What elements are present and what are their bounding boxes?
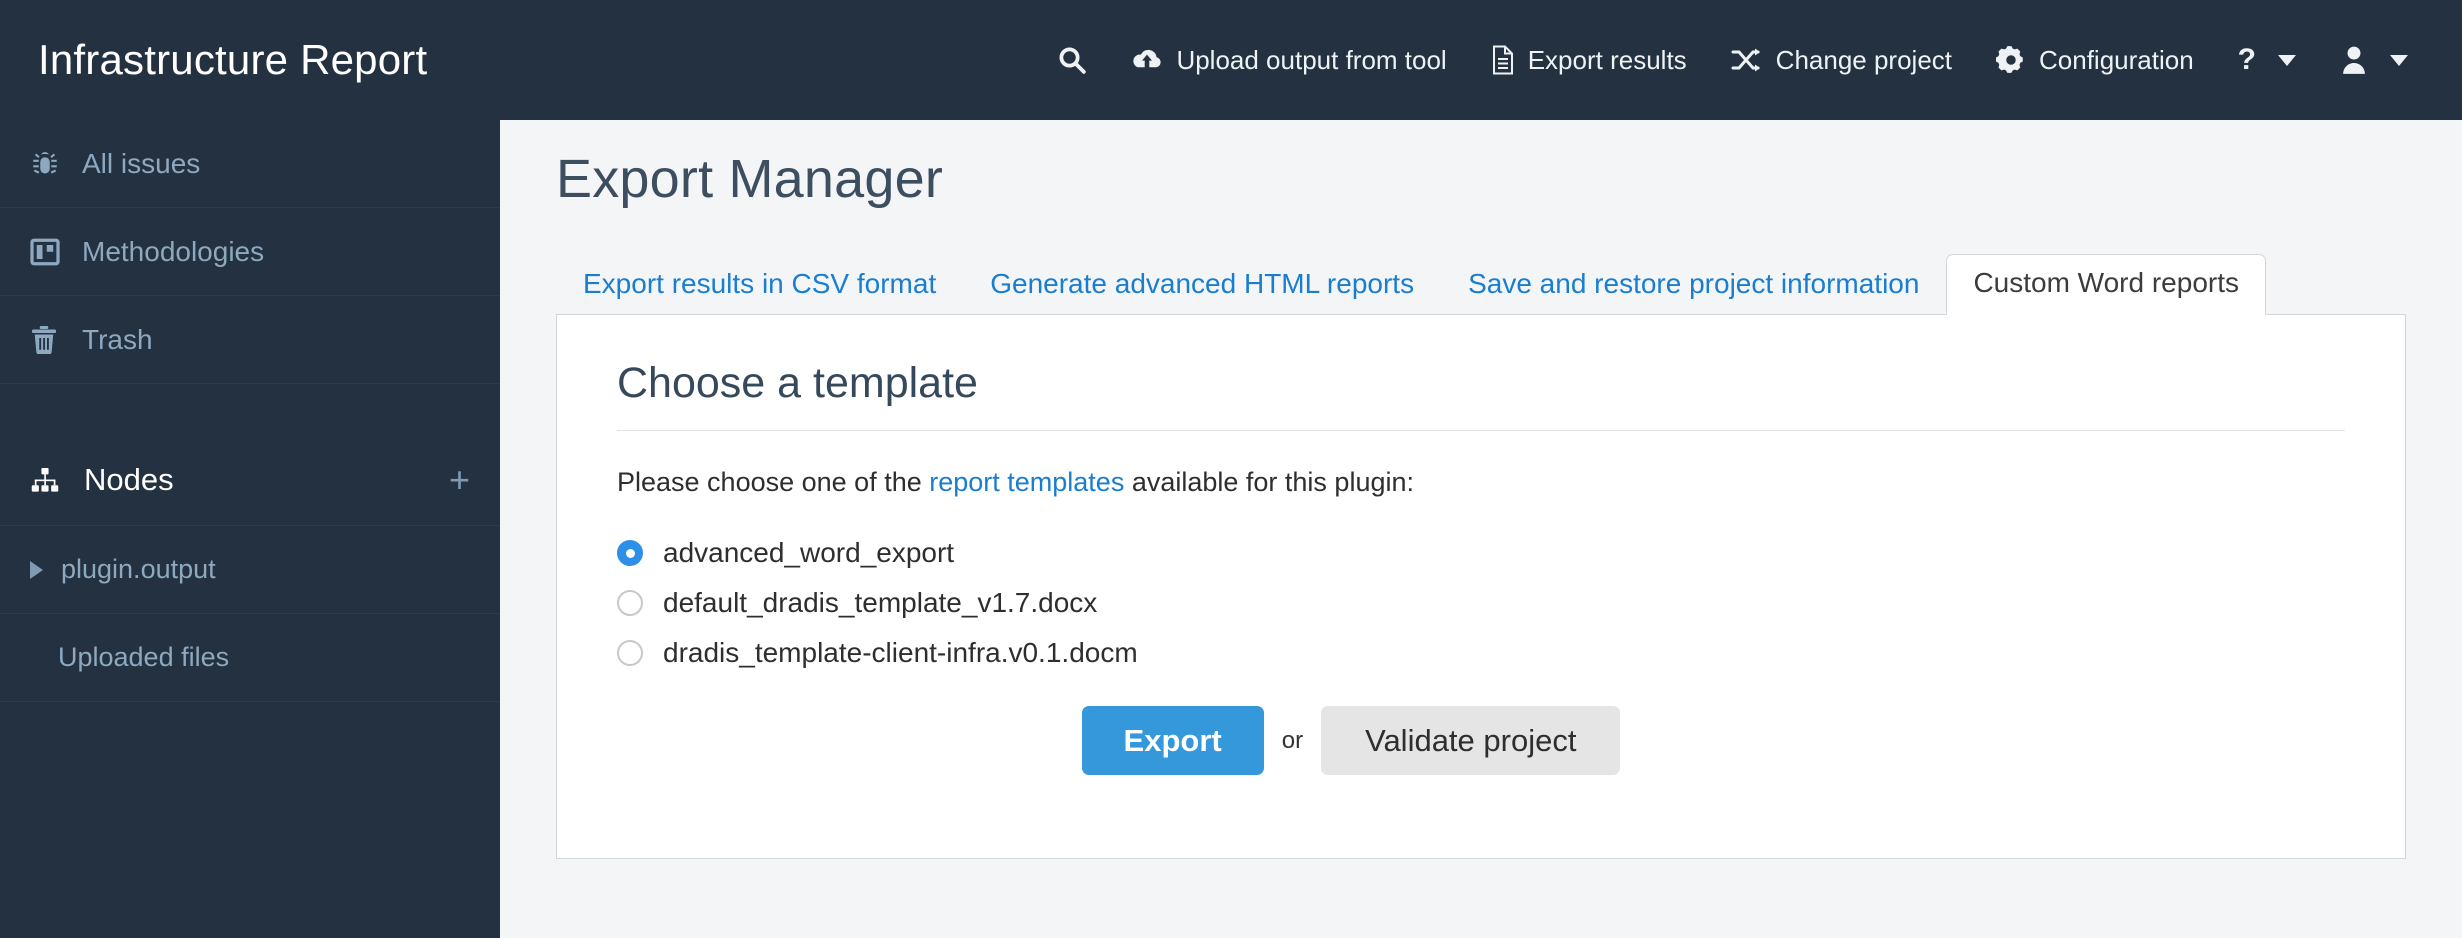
template-option-row[interactable]: dradis_template-client-infra.v0.1.docm <box>617 628 2345 678</box>
report-templates-link[interactable]: report templates <box>929 467 1124 497</box>
page-brand-title: Infrastructure Report <box>38 36 428 83</box>
user-icon <box>2340 45 2368 75</box>
page-title: Export Manager <box>556 149 943 209</box>
top-header-bar: Infrastructure Report Upload output from… <box>0 0 2462 120</box>
board-icon <box>30 238 72 266</box>
bug-icon <box>30 149 72 179</box>
top-navigation: Upload output from tool Export results C… <box>1035 0 2430 120</box>
chevron-down-icon <box>2390 54 2408 66</box>
trash-icon <box>30 325 72 355</box>
radio-dradis-client-infra-template[interactable] <box>617 640 643 667</box>
configuration-button[interactable]: Configuration <box>1974 0 2216 120</box>
configuration-label: Configuration <box>2039 45 2194 75</box>
export-tabs: Export results in CSV format Generate ad… <box>556 252 2406 315</box>
sidebar-uploaded-files-label: Uploaded files <box>58 642 230 672</box>
sidebar-label-all-issues: All issues <box>82 147 201 179</box>
chevron-down-icon <box>2278 54 2296 66</box>
heading-divider <box>617 430 2345 431</box>
upload-output-label: Upload output from tool <box>1176 45 1447 75</box>
template-option-label: dradis_template-client-infra.v0.1.docm <box>663 637 1138 669</box>
sidebar-section-nodes: Nodes + <box>0 434 500 526</box>
cloud-upload-icon <box>1131 47 1163 73</box>
sidebar-item-all-issues[interactable]: All issues <box>0 120 500 208</box>
export-results-label: Export results <box>1527 45 1687 75</box>
template-option-row[interactable]: advanced_word_export <box>617 528 2345 578</box>
sidebar-node-label: plugin.output <box>61 554 216 584</box>
chevron-right-icon[interactable] <box>30 560 43 579</box>
add-node-button[interactable]: + <box>449 461 470 498</box>
change-project-button[interactable]: Change project <box>1709 0 1974 120</box>
lead-text-before: Please choose one of the <box>617 467 930 497</box>
template-option-label: advanced_word_export <box>663 537 955 569</box>
template-option-row[interactable]: default_dradis_template_v1.7.docx <box>617 578 2345 628</box>
tab-export-csv[interactable]: Export results in CSV format <box>556 255 963 314</box>
sidebar-node-plugin-output[interactable]: plugin.output <box>0 526 500 614</box>
question-mark-icon: ? <box>2237 43 2256 76</box>
or-separator-label: or <box>1281 726 1304 754</box>
shuffle-icon <box>1731 46 1763 74</box>
card-actions: Export or Validate project <box>617 706 2085 776</box>
sitemap-icon <box>30 467 72 493</box>
left-sidebar: All issues Methodologies Trash Nodes + p… <box>0 120 500 938</box>
sidebar-item-methodologies[interactable]: Methodologies <box>0 208 500 296</box>
help-menu-button[interactable]: ? <box>2216 0 2318 120</box>
app-window: Infrastructure Report Upload output from… <box>0 0 2462 938</box>
tab-save-restore[interactable]: Save and restore project information <box>1441 255 1946 314</box>
search-icon <box>1057 45 1087 75</box>
upload-output-button[interactable]: Upload output from tool <box>1109 0 1468 120</box>
template-radio-group: advanced_word_export default_dradis_temp… <box>617 528 2345 678</box>
tab-html-reports[interactable]: Generate advanced HTML reports <box>963 255 1441 314</box>
sidebar-item-uploaded-files[interactable]: Uploaded files <box>0 614 500 702</box>
main-content-area: Export Manager Export results in CSV for… <box>500 120 2462 938</box>
search-button[interactable] <box>1035 0 1109 120</box>
sidebar-item-trash[interactable]: Trash <box>0 296 500 384</box>
document-icon <box>1491 45 1515 75</box>
radio-default-dradis-template[interactable] <box>617 590 643 617</box>
account-menu-button[interactable] <box>2318 0 2430 120</box>
sidebar-label-methodologies: Methodologies <box>82 235 265 267</box>
lead-text-after: available for this plugin: <box>1124 467 1414 497</box>
template-option-label: default_dradis_template_v1.7.docx <box>663 587 1098 619</box>
sidebar-label-trash: Trash <box>82 323 153 355</box>
gear-icon <box>1996 45 2026 75</box>
change-project-label: Change project <box>1775 45 1953 75</box>
radio-advanced-word-export[interactable] <box>617 540 643 567</box>
card-heading: Choose a template <box>617 359 978 407</box>
sidebar-nodes-label: Nodes <box>84 461 174 497</box>
export-button[interactable]: Export <box>1081 706 1264 776</box>
card-lead-text: Please choose one of the report template… <box>617 465 2345 500</box>
template-chooser-card: Choose a template Please choose one of t… <box>556 314 2406 859</box>
validate-project-button[interactable]: Validate project <box>1321 706 1621 776</box>
export-results-button[interactable]: Export results <box>1469 0 1709 120</box>
tab-custom-word-reports[interactable]: Custom Word reports <box>1946 254 2266 315</box>
